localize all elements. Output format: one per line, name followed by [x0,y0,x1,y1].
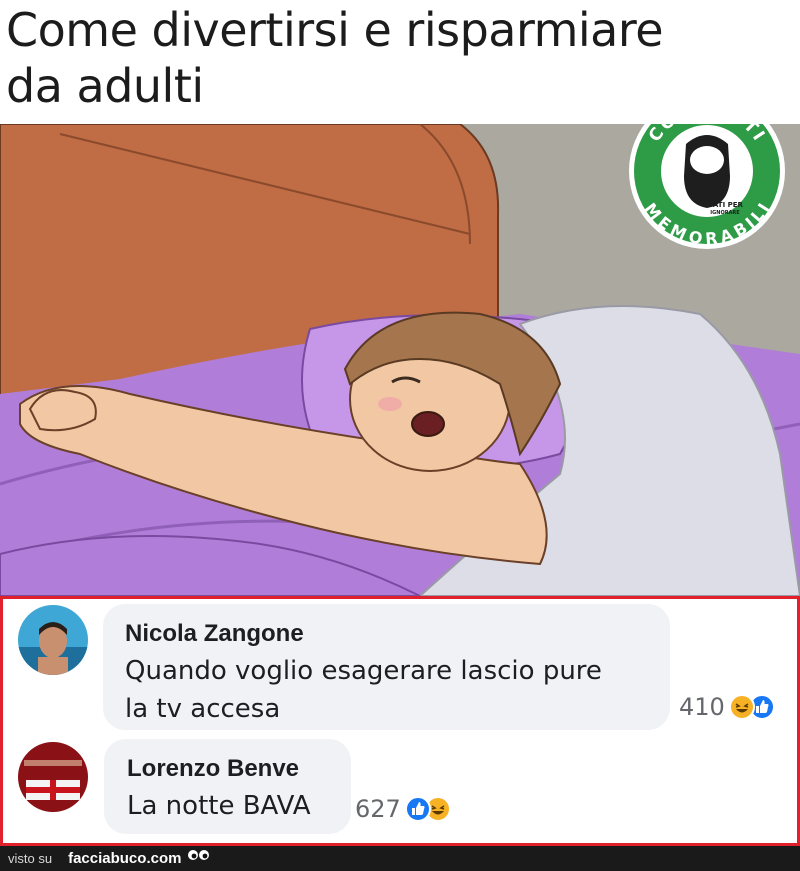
comment-author[interactable]: Lorenzo Benve [127,755,299,783]
comment-author[interactable]: Nicola Zangone [125,620,304,648]
footer-site-link[interactable]: facciabuco.com [68,850,181,867]
avatar[interactable] [18,742,88,812]
comment-bubble: Lorenzo Benve La notte BAVA [104,739,351,834]
footer-bar: visto su facciabuco.com [0,846,800,871]
logo-tagline-1: NATI PER [707,201,743,209]
logo-tagline-2: IGNORARE [710,210,740,216]
comment-text: Quando voglio esagerare lascio pure la t… [125,652,602,728]
avatar[interactable] [18,605,88,675]
googly-eyes-icon [187,848,211,869]
comment-bubble: Nicola Zangone Quando voglio esagerare l… [103,604,670,730]
reaction-summary[interactable]: 410 [679,693,775,721]
comment-text-line-2: la tv accesa [125,694,281,724]
comments-box: Nicola Zangone Quando voglio esagerare l… [0,596,800,846]
meme-title-line-1: Come divertirsi e risparmiare [6,3,664,57]
reaction-summary[interactable]: 627 [355,795,451,823]
comment-text-line-1: La notte BAVA [127,791,311,821]
haha-icon [728,694,755,720]
meme-illustration: COMMENTI MEMORABILI NATI PER IGNORARE TM [0,124,800,596]
reaction-count: 410 [679,693,725,721]
commenti-memorabili-logo: COMMENTI MEMORABILI NATI PER IGNORARE TM [629,124,785,249]
comment-text: La notte BAVA [127,787,311,825]
reaction-count: 627 [355,795,401,823]
meme-title: Come divertirsi e risparmiare da adulti [6,2,796,114]
like-icon [404,796,431,822]
footer-visto-su: visto su [8,851,53,866]
comment-text-line-1: Quando voglio esagerare lascio pure [125,656,602,686]
meme-title-line-2: da adulti [6,59,204,113]
